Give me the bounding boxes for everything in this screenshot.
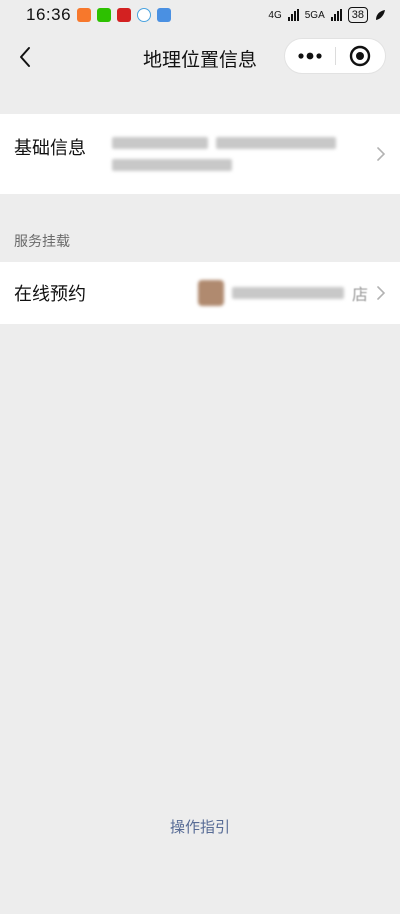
more-dots-icon — [298, 52, 322, 60]
battery-indicator: 38 — [347, 7, 368, 23]
weather-app-icon — [157, 8, 172, 22]
leaf-icon — [376, 10, 385, 20]
status-time: 16:36 — [26, 5, 72, 24]
chevron-right-icon — [377, 286, 386, 300]
blurred-text — [216, 137, 336, 149]
online-booking-label: 在线预约 — [14, 284, 86, 305]
wechat-app-icon — [97, 8, 112, 22]
status-left: 16:36 — [26, 5, 172, 25]
online-booking-value: 店 — [197, 280, 368, 306]
network-4g-label: 4G — [268, 9, 282, 21]
store-avatar — [197, 280, 224, 306]
stock-app-icon — [117, 8, 132, 22]
basic-info-cell[interactable]: 基础信息 — [0, 114, 400, 194]
miniprogram-capsule — [284, 38, 386, 74]
nav-bar: 地理位置信息 — [0, 30, 400, 86]
basic-info-blurred-value — [112, 137, 338, 171]
store-name-suffix: 店 — [351, 285, 368, 304]
page-title: 地理位置信息 — [142, 48, 257, 71]
blurred-text — [112, 137, 208, 149]
browser-app-icon — [137, 8, 152, 22]
status-bar: 16:36 4G 5GA 38 — [0, 0, 400, 30]
signal-icon — [287, 9, 299, 21]
back-button[interactable] — [10, 42, 40, 72]
taobao-app-icon — [77, 8, 92, 22]
close-miniprogram-button[interactable] — [336, 39, 386, 73]
chevron-left-icon — [20, 47, 30, 67]
basic-info-label: 基础信息 — [14, 138, 86, 159]
blurred-text — [112, 159, 232, 171]
section-label-services: 服务挂载 — [14, 234, 70, 250]
signal-icon-2 — [330, 9, 342, 21]
chevron-right-icon — [377, 147, 386, 161]
target-circle-icon — [350, 45, 371, 67]
status-right: 4G 5GA 38 — [268, 7, 386, 23]
operation-guide-link[interactable]: 操作指引 — [0, 816, 400, 837]
blurred-store-name — [231, 287, 344, 299]
more-button[interactable] — [285, 39, 335, 73]
online-booking-cell[interactable]: 在线预约 店 — [0, 262, 400, 324]
network-5ga-label: 5GA — [304, 9, 325, 21]
